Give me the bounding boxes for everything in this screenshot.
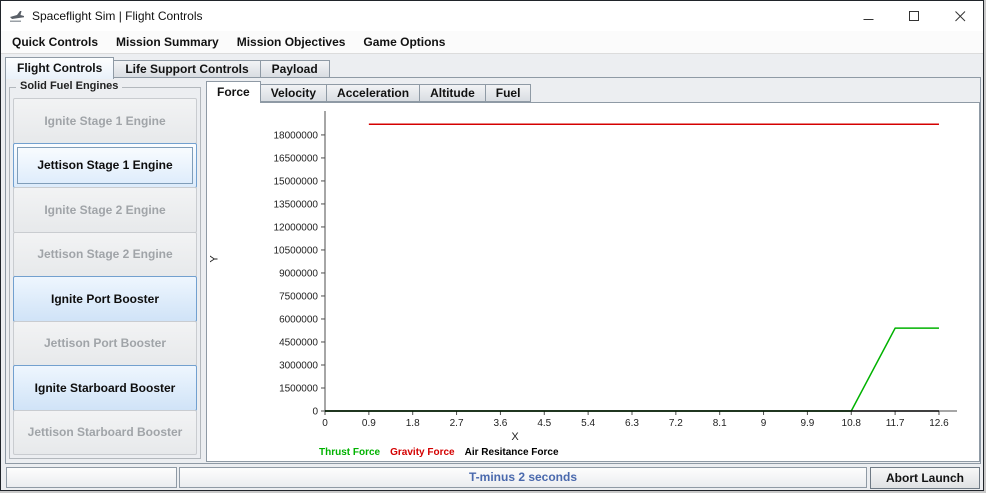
tab-acceleration[interactable]: Acceleration: [326, 84, 421, 102]
x-tick-label: 2.7: [450, 418, 464, 429]
y-tick-label: 1500000: [279, 383, 318, 394]
y-tick-label: 3000000: [279, 360, 318, 371]
tab-flight-controls[interactable]: Flight Controls: [5, 57, 115, 79]
solid-fuel-engines-group: Solid Fuel Engines Ignite Stage 1 Engine…: [9, 80, 201, 459]
x-tick-label: 8.1: [713, 418, 727, 429]
y-tick-label: 7500000: [279, 291, 318, 302]
x-tick-label: 5.4: [581, 418, 595, 429]
y-tick-label: 10500000: [274, 245, 319, 256]
app-window: Spaceflight Sim | Flight Controls Quick …: [0, 0, 984, 491]
window-controls: [845, 1, 983, 31]
engine-button-column: Ignite Stage 1 Engine Jettison Stage 1 E…: [13, 98, 197, 455]
y-tick-label: 16500000: [274, 153, 319, 164]
force-chart: 0 1500000 3000000 4500000 6000000 7500000 9000…: [274, 111, 957, 429]
legend-item: Gravity Force: [390, 447, 455, 458]
force-chart-panel: Y 0 1500000 3000000 4500000 6000000 7500000 90…: [206, 102, 980, 462]
ignite-stage-2-button: Ignite Stage 2 Engine: [13, 187, 197, 233]
chart-legend: Thrust Force Gravity Force Air Resitance F…: [319, 447, 559, 458]
y-tick-label: 13500000: [274, 199, 319, 210]
group-title: Solid Fuel Engines: [16, 80, 123, 92]
menu-quick-controls[interactable]: Quick Controls: [3, 32, 107, 52]
y-tick-label: 18000000: [274, 130, 319, 141]
x-tick-label: 1.8: [406, 418, 420, 429]
x-tick-label: 4.5: [537, 418, 551, 429]
x-tick-label: 12.6: [929, 418, 949, 429]
tab-force[interactable]: Force: [206, 81, 261, 103]
x-tick-label: 9.9: [800, 418, 814, 429]
y-tick-label: 12000000: [274, 222, 319, 233]
menu-game-options[interactable]: Game Options: [354, 32, 454, 52]
menu-bar: Quick Controls Mission Summary Mission O…: [1, 31, 983, 54]
maximize-button[interactable]: [891, 1, 937, 31]
countdown-progress-bar: T-minus 2 seconds: [179, 467, 867, 488]
title-bar: Spaceflight Sim | Flight Controls: [1, 1, 983, 31]
y-tick-label: 4500000: [279, 337, 318, 348]
abort-launch-button[interactable]: Abort Launch: [870, 467, 980, 489]
app-icon: [9, 8, 25, 24]
close-button[interactable]: [937, 1, 983, 31]
ignite-stage-1-button: Ignite Stage 1 Engine: [13, 98, 197, 144]
tab-payload[interactable]: Payload: [259, 60, 330, 78]
tab-velocity[interactable]: Velocity: [259, 84, 328, 102]
jettison-port-booster-button: Jettison Port Booster: [13, 320, 197, 366]
series-line: [325, 327, 939, 412]
y-tick-label: 6000000: [279, 314, 318, 325]
x-tick-label: 6.3: [625, 418, 639, 429]
status-bar: T-minus 2 seconds Abort Launch: [1, 467, 983, 490]
ignite-starboard-booster-button[interactable]: Ignite Starboard Booster: [13, 365, 197, 411]
x-tick-label: 0: [322, 418, 328, 429]
status-left-panel: [6, 467, 177, 488]
chart-tab-strip: Force Velocity Acceleration Altitude Fue…: [206, 81, 532, 103]
main-tab-strip: Flight Controls Life Support Controls Pa…: [5, 57, 330, 79]
jettison-stage-2-button: Jettison Stage 2 Engine: [13, 231, 197, 277]
minimize-button[interactable]: [845, 1, 891, 31]
y-tick-label: 9000000: [279, 268, 318, 279]
x-tick-label: 0.9: [362, 418, 376, 429]
tab-altitude[interactable]: Altitude: [419, 84, 486, 102]
x-tick-label: 7.2: [669, 418, 683, 429]
jettison-starboard-booster-button: Jettison Starboard Booster: [13, 409, 197, 455]
legend-item: Air Resitance Force: [464, 447, 559, 458]
menu-mission-summary[interactable]: Mission Summary: [107, 32, 228, 52]
tab-fuel[interactable]: Fuel: [484, 84, 532, 102]
x-tick-label: 9: [761, 418, 767, 429]
y-tick-label: 15000000: [274, 176, 319, 187]
ignite-port-booster-button[interactable]: Ignite Port Booster: [13, 276, 197, 322]
y-axis-label: Y: [208, 255, 221, 263]
tab-life-support-controls[interactable]: Life Support Controls: [113, 60, 261, 78]
content-panel: Solid Fuel Engines Ignite Stage 1 Engine…: [5, 77, 981, 464]
legend-item: Thrust Force: [319, 447, 381, 458]
x-tick-label: 3.6: [493, 418, 507, 429]
countdown-text: T-minus 2 seconds: [468, 470, 578, 484]
menu-mission-objectives[interactable]: Mission Objectives: [228, 32, 355, 52]
window-title: Spaceflight Sim | Flight Controls: [32, 9, 203, 23]
jettison-stage-1-button[interactable]: Jettison Stage 1 Engine: [13, 142, 197, 188]
x-tick-label: 11.7: [886, 418, 905, 429]
y-tick-label: 0: [312, 407, 318, 418]
x-tick-label: 10.8: [842, 418, 862, 429]
x-axis-label: X: [511, 431, 519, 443]
